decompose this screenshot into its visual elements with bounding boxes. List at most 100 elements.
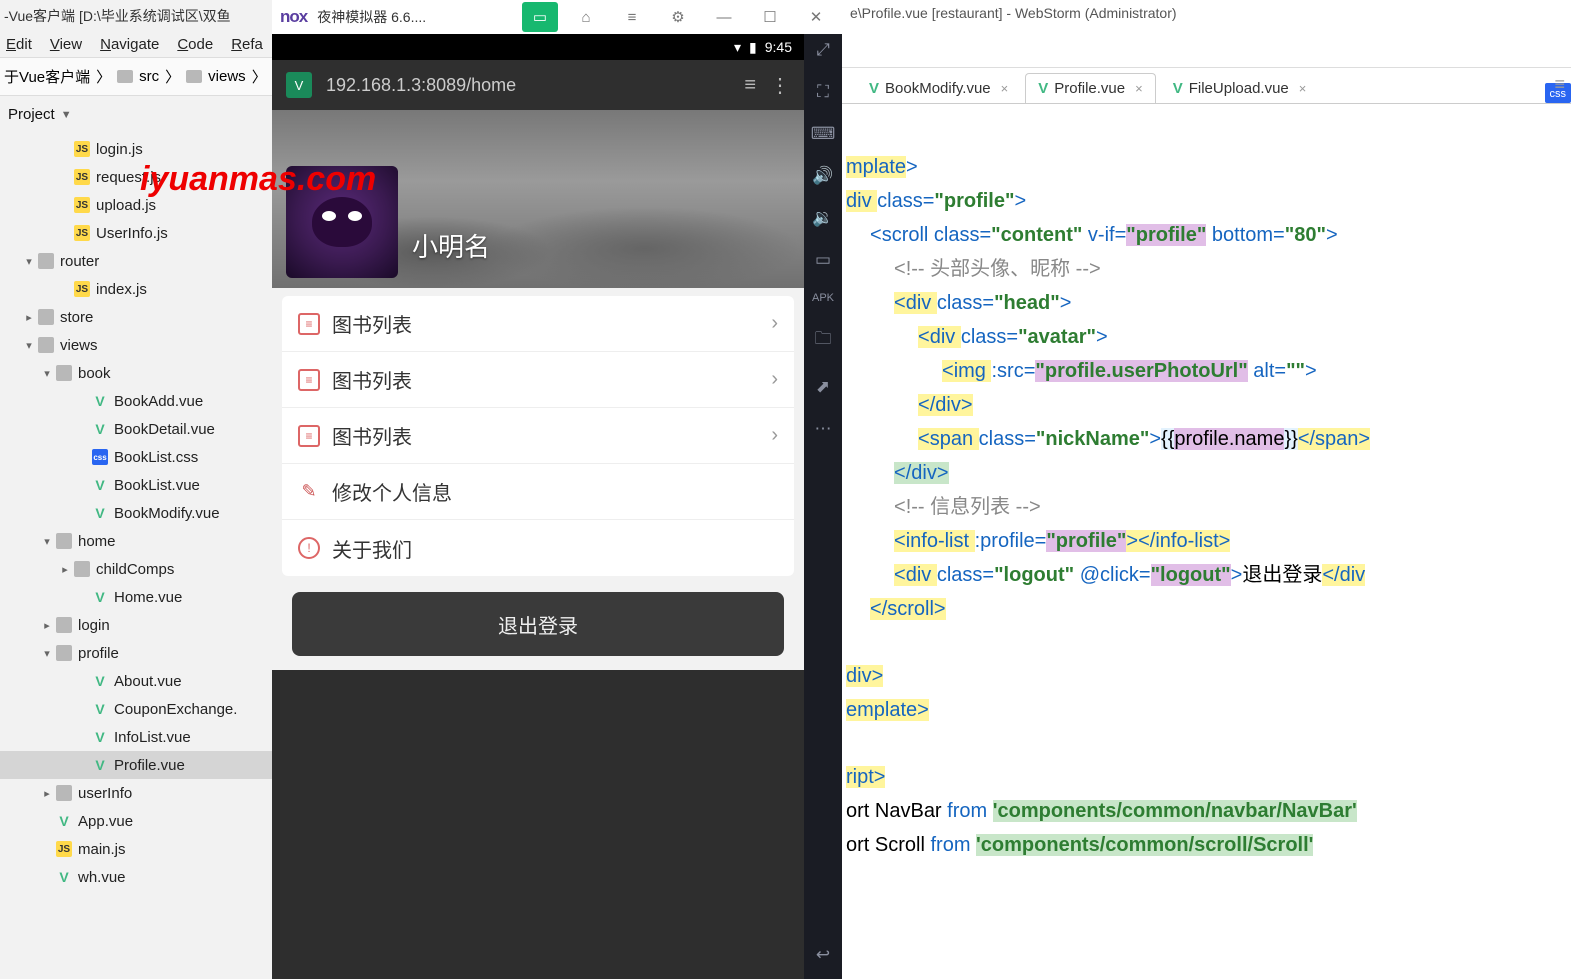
- info-item[interactable]: !关于我们: [282, 520, 794, 576]
- avatar[interactable]: [286, 166, 398, 278]
- expand-icon[interactable]: ⤢: [816, 40, 830, 60]
- tab-bookmodify[interactable]: VBookModify.vue×: [856, 73, 1021, 103]
- folder-icon: [56, 365, 72, 381]
- tree-item-label: InfoList.vue: [114, 729, 191, 746]
- tree-item-label: store: [60, 309, 93, 326]
- more-icon[interactable]: ⋯: [815, 419, 832, 439]
- nickname: 小明名: [412, 227, 490, 264]
- folder-icon: [38, 253, 54, 269]
- editor-config-icon[interactable]: ≡: [1554, 74, 1565, 95]
- status-time: 9:45: [765, 39, 792, 55]
- tree-item-label: views: [60, 337, 98, 354]
- chevron-icon[interactable]: ▾: [22, 339, 36, 352]
- menu-view[interactable]: View: [50, 36, 82, 53]
- tree-item-childComps[interactable]: ▸childComps: [0, 555, 272, 583]
- info-item[interactable]: ✎修改个人信息: [282, 464, 794, 520]
- info-item[interactable]: ≡图书列表›: [282, 352, 794, 408]
- nox-home-icon[interactable]: ⌂: [568, 2, 604, 32]
- tab-profile[interactable]: VProfile.vue×: [1025, 73, 1155, 103]
- screen-icon[interactable]: ▭: [815, 250, 831, 270]
- chevron-icon[interactable]: ▸: [40, 619, 54, 632]
- tab-fileupload[interactable]: VFileUpload.vue×: [1160, 73, 1320, 103]
- maximize-icon[interactable]: ☐: [752, 2, 788, 32]
- breadcrumb-src[interactable]: src: [139, 68, 159, 85]
- folder-icon: [117, 70, 133, 83]
- info-item-label: 关于我们: [332, 534, 412, 563]
- tree-item-CouponExchange-[interactable]: VCouponExchange.: [0, 695, 272, 723]
- chevron-icon[interactable]: ▸: [40, 787, 54, 800]
- tree-item-label: wh.vue: [78, 869, 126, 886]
- info-list-section: ≡图书列表›≡图书列表›≡图书列表›✎修改个人信息!关于我们 退出登录: [272, 288, 804, 670]
- tree-item-label: main.js: [78, 841, 126, 858]
- tree-item-profile[interactable]: ▾profile: [0, 639, 272, 667]
- nox-menu-icon[interactable]: ≡: [614, 2, 650, 32]
- hamburger-icon[interactable]: ≡: [744, 74, 756, 97]
- tree-item-login-js[interactable]: JSlogin.js: [0, 135, 272, 163]
- code-editor[interactable]: mplate> div class="profile"> <scroll cla…: [842, 104, 1571, 877]
- chevron-icon[interactable]: ▾: [40, 647, 54, 660]
- tree-item-BookList-vue[interactable]: VBookList.vue: [0, 471, 272, 499]
- chevron-icon[interactable]: ▸: [22, 311, 36, 324]
- tree-item-login[interactable]: ▸login: [0, 611, 272, 639]
- tree-item-BookModify-vue[interactable]: VBookModify.vue: [0, 499, 272, 527]
- vue-badge-icon: V: [286, 72, 312, 98]
- tree-item-book[interactable]: ▾book: [0, 359, 272, 387]
- kebab-icon[interactable]: ⋮: [770, 73, 790, 98]
- tree-item-userInfo[interactable]: ▸userInfo: [0, 779, 272, 807]
- chevron-icon[interactable]: ▾: [40, 367, 54, 380]
- tree-item-UserInfo-js[interactable]: JSUserInfo.js: [0, 219, 272, 247]
- tree-item-views[interactable]: ▾ views: [0, 331, 272, 359]
- info-item[interactable]: ≡图书列表›: [282, 296, 794, 352]
- chevron-icon[interactable]: ▾: [40, 535, 54, 548]
- tree-item-About-vue[interactable]: VAbout.vue: [0, 667, 272, 695]
- tree-item-store[interactable]: ▸ store: [0, 303, 272, 331]
- js-file-icon: JS: [74, 281, 90, 297]
- logout-button[interactable]: 退出登录: [292, 592, 784, 656]
- tree-item-Profile-vue[interactable]: VProfile.vue: [0, 751, 272, 779]
- menu-edit[interactable]: Edit: [6, 36, 32, 53]
- tree-item-router[interactable]: ▾router: [0, 247, 272, 275]
- menu-code[interactable]: Code: [177, 36, 213, 53]
- nox-store-icon[interactable]: ▭: [522, 2, 558, 32]
- vol-down-icon[interactable]: 🔉: [812, 208, 833, 228]
- vol-up-icon[interactable]: 🔊: [812, 166, 833, 186]
- js-file-icon: JS: [56, 841, 72, 857]
- breadcrumb-root[interactable]: 于Vue客户端: [4, 66, 90, 87]
- close-icon[interactable]: ×: [1001, 81, 1009, 96]
- tree-item-main-js[interactable]: JS main.js: [0, 835, 272, 863]
- tree-item-InfoList-vue[interactable]: V InfoList.vue: [0, 723, 272, 751]
- tree-item-BookDetail-vue[interactable]: VBookDetail.vue: [0, 415, 272, 443]
- tree-item-request-js[interactable]: JSrequest.js: [0, 163, 272, 191]
- tree-item-label: index.js: [96, 281, 147, 298]
- tree-item-BookList-css[interactable]: cssBookList.css: [0, 443, 272, 471]
- chevron-right-icon: ›: [771, 424, 778, 447]
- rocket-icon[interactable]: ⬈: [816, 377, 830, 397]
- back-icon[interactable]: ↩: [816, 945, 830, 965]
- main-menu: Edit View Navigate Code Refa: [0, 32, 272, 57]
- vue-file-icon: V: [92, 729, 108, 745]
- breadcrumb-views[interactable]: views: [208, 68, 246, 85]
- nox-settings-icon[interactable]: ⚙: [660, 2, 696, 32]
- menu-navigate[interactable]: Navigate: [100, 36, 159, 53]
- tree-item-wh-vue[interactable]: Vwh.vue: [0, 863, 272, 891]
- close-icon[interactable]: ×: [1135, 81, 1143, 96]
- pen-icon: ✎: [298, 481, 320, 503]
- folder-icon[interactable]: 🗀: [815, 326, 832, 355]
- tree-item-App-vue[interactable]: VApp.vue: [0, 807, 272, 835]
- close-icon[interactable]: ×: [1299, 81, 1307, 96]
- tree-item-BookAdd-vue[interactable]: VBookAdd.vue: [0, 387, 272, 415]
- tree-item-upload-js[interactable]: JSupload.js: [0, 191, 272, 219]
- fullscreen-icon[interactable]: ⛶: [817, 82, 829, 102]
- tree-item-index-js[interactable]: JS index.js: [0, 275, 272, 303]
- menu-refactor[interactable]: Refa: [231, 36, 263, 53]
- minimize-icon[interactable]: —: [706, 2, 742, 32]
- apk-icon[interactable]: APK: [812, 292, 834, 304]
- keyboard-icon[interactable]: ⌨: [811, 124, 836, 144]
- tree-item-Home-vue[interactable]: VHome.vue: [0, 583, 272, 611]
- close-icon[interactable]: ✕: [798, 2, 834, 32]
- chevron-icon[interactable]: ▸: [58, 563, 72, 576]
- info-item[interactable]: ≡图书列表›: [282, 408, 794, 464]
- project-tool-header[interactable]: Project▼: [0, 96, 272, 133]
- tree-item-home[interactable]: ▾home: [0, 527, 272, 555]
- chevron-icon[interactable]: ▾: [22, 255, 36, 268]
